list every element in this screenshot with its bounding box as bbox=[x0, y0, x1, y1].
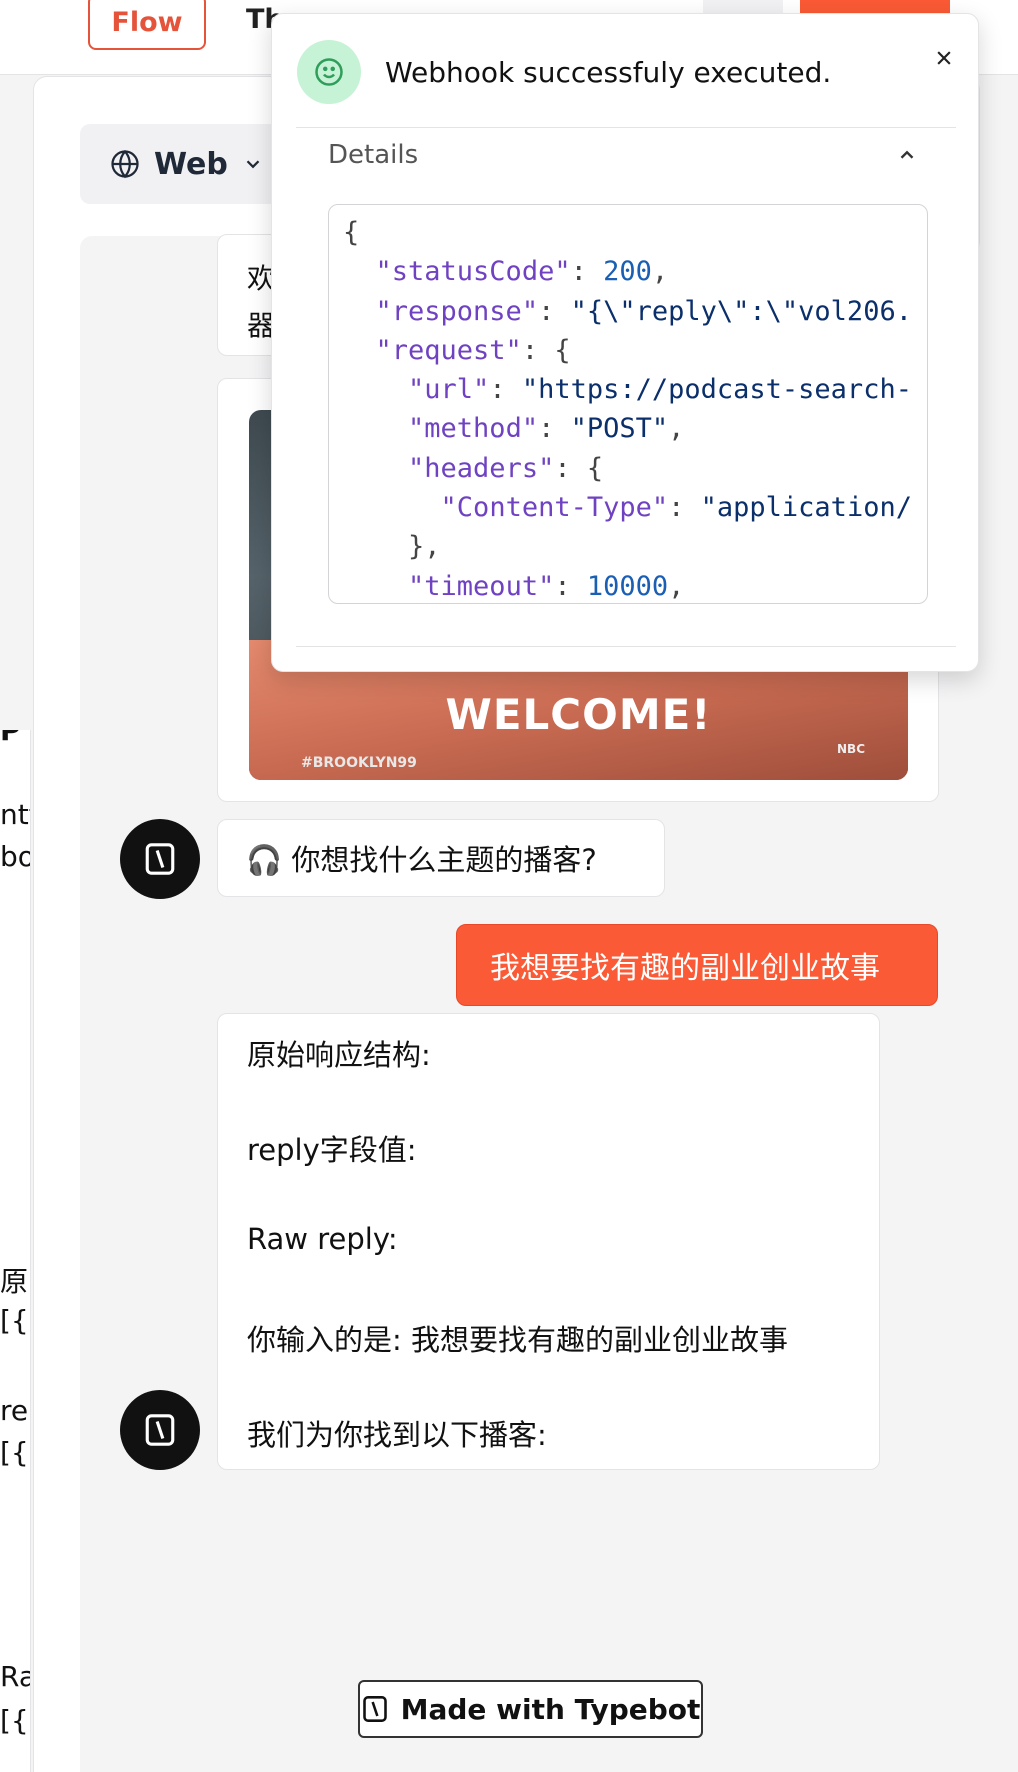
code-line: "url": "https://podcast-search- bbox=[408, 374, 912, 406]
typebot-logo-icon bbox=[362, 1696, 387, 1722]
response-line: 你输入的是: 我想要找有趣的副业创业故事 bbox=[247, 1323, 788, 1357]
response-line: Raw reply: bbox=[247, 1222, 398, 1256]
code-line: "request": { bbox=[375, 334, 571, 366]
bot-avatar bbox=[120, 819, 200, 899]
gif-hashtag: #BROOKLYN99 bbox=[301, 755, 417, 771]
details-toggle-label[interactable]: Details bbox=[328, 140, 418, 170]
success-icon bbox=[297, 40, 361, 104]
made-with-label: Made with Typebot bbox=[400, 1692, 701, 1726]
made-with-typebot-badge[interactable]: Made with Typebot bbox=[358, 1680, 703, 1738]
left-fragment: P I bbox=[0, 730, 30, 747]
left-fragment: [{h bbox=[0, 1704, 30, 1737]
gif-caption: WELCOME! bbox=[445, 690, 712, 739]
code-line: "Content-Type": "application/ bbox=[440, 492, 912, 524]
code-line: "response": "{\"reply\":\"vol206. bbox=[375, 295, 912, 327]
code-line: "timeout": 10000, bbox=[408, 570, 685, 602]
typebot-logo-icon bbox=[145, 1414, 175, 1446]
code-line: "headers": { bbox=[408, 452, 604, 484]
close-icon bbox=[937, 51, 951, 65]
divider bbox=[296, 646, 956, 647]
smile-icon bbox=[315, 58, 343, 86]
left-fragment: bot bbox=[0, 840, 30, 873]
user-reply-bubble: 我想要找有趣的副业创业故事 bbox=[456, 924, 938, 1006]
editor-canvas-fragment: P I ntt bot 原: [{h re [{h Ra [{h bbox=[0, 730, 31, 1772]
response-line: reply字段值: bbox=[247, 1133, 417, 1167]
code-line: { bbox=[343, 217, 360, 248]
globe-icon bbox=[111, 149, 139, 179]
code-line: "method": "POST", bbox=[408, 413, 685, 445]
left-fragment: re bbox=[0, 1394, 29, 1427]
divider bbox=[296, 127, 956, 128]
left-fragment: [{h bbox=[0, 1304, 30, 1337]
code-line: }, bbox=[343, 531, 441, 563]
bot-avatar bbox=[120, 1390, 200, 1470]
runtime-select[interactable]: Web bbox=[80, 124, 290, 204]
runtime-label: Web bbox=[154, 146, 228, 182]
chevron-down-icon bbox=[246, 160, 260, 169]
left-fragment: ntt bbox=[0, 798, 30, 831]
left-fragment: Ra bbox=[0, 1660, 30, 1693]
tab-flow[interactable]: Flow bbox=[88, 0, 206, 50]
code-line: "statusCode": 200, bbox=[375, 256, 669, 288]
response-line: 我们为你找到以下播客: bbox=[247, 1418, 547, 1452]
webhook-toast: Webhook successfuly executed. Details { … bbox=[271, 13, 979, 672]
response-code-block[interactable]: { "statusCode": 200, "response": "{\"rep… bbox=[328, 204, 928, 604]
details-toggle[interactable] bbox=[896, 144, 918, 170]
response-line: 原始响应结构: bbox=[247, 1038, 431, 1072]
typebot-logo-icon bbox=[145, 843, 175, 875]
nbc-logo: NBC bbox=[837, 742, 865, 756]
left-fragment: 原: bbox=[0, 1265, 30, 1298]
bot-question-bubble: 🎧 你想找什么主题的播客? bbox=[217, 819, 665, 897]
toast-title: Webhook successfuly executed. bbox=[385, 56, 832, 89]
left-fragment: [{h bbox=[0, 1436, 30, 1469]
bot-response-bubble: 原始响应结构: reply字段值: Raw reply: 你输入的是: 我想要找… bbox=[217, 1013, 880, 1470]
chevron-up-icon bbox=[900, 150, 914, 159]
close-button[interactable] bbox=[926, 40, 962, 76]
